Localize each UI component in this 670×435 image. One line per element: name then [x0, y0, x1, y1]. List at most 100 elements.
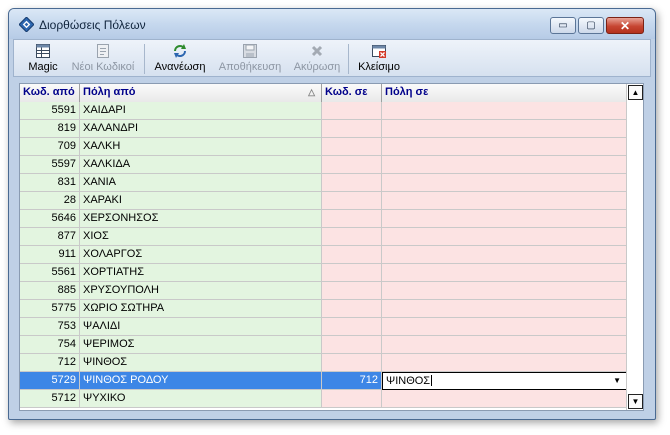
- cell-code-from[interactable]: 754: [20, 336, 80, 354]
- cell-code-from[interactable]: 5591: [20, 102, 80, 120]
- cell-code-to[interactable]: [322, 192, 382, 210]
- cell-code-to[interactable]: [322, 354, 382, 372]
- table-row[interactable]: 28 ΧΑΡΑΚΙ: [20, 192, 628, 210]
- cell-code-from[interactable]: 877: [20, 228, 80, 246]
- table-row[interactable]: 709 ΧΑΛΚΗ: [20, 138, 628, 156]
- cell-city-to[interactable]: [382, 264, 628, 282]
- cell-code-from[interactable]: 831: [20, 174, 80, 192]
- cell-code-from[interactable]: 5646: [20, 210, 80, 228]
- table-row[interactable]: 753 ΨΑΛΙΔΙ: [20, 318, 628, 336]
- cell-city-to[interactable]: [382, 138, 628, 156]
- cell-code-to[interactable]: [322, 174, 382, 192]
- table-row-selected[interactable]: 5729 ΨΙΝΘΟΣ ΡΟΔΟΥ 712 ΨΙΝΘΟΣ ▼: [20, 372, 628, 390]
- cell-city-to[interactable]: [382, 174, 628, 192]
- cell-city-to[interactable]: [382, 228, 628, 246]
- cell-city-from[interactable]: ΨΙΝΘΟΣ ΡΟΔΟΥ: [80, 372, 322, 390]
- cell-city-from[interactable]: ΧΕΡΣΟΝΗΣΟΣ: [80, 210, 322, 228]
- table-row[interactable]: 5775 ΧΩΡΙΟ ΣΩΤΗΡΑ: [20, 300, 628, 318]
- cell-code-from[interactable]: 819: [20, 120, 80, 138]
- title-bar[interactable]: Διορθώσεις Πόλεων ▭ ▢ ✕: [9, 9, 655, 39]
- cell-city-to[interactable]: [382, 120, 628, 138]
- scroll-up-button[interactable]: ▲: [628, 85, 643, 100]
- table-row[interactable]: 819 ΧΑΛΑΝΔΡΙ: [20, 120, 628, 138]
- cell-code-from[interactable]: 753: [20, 318, 80, 336]
- cell-city-from[interactable]: ΨΑΛΙΔΙ: [80, 318, 322, 336]
- close-window-button[interactable]: ✕: [606, 17, 644, 34]
- cell-city-from[interactable]: ΧΩΡΙΟ ΣΩΤΗΡΑ: [80, 300, 322, 318]
- cell-city-to[interactable]: [382, 156, 628, 174]
- close-button[interactable]: Κλείσιμο: [354, 40, 404, 76]
- column-header-city-from[interactable]: Πόλη από △: [80, 84, 322, 102]
- minimize-button[interactable]: ▭: [550, 17, 576, 34]
- cell-city-to[interactable]: [382, 300, 628, 318]
- cell-code-to[interactable]: [322, 156, 382, 174]
- city-grid[interactable]: Κωδ. από Πόλη από △ Κωδ. σε Πόλη σε 5591…: [19, 83, 644, 411]
- cell-code-from[interactable]: 5775: [20, 300, 80, 318]
- cell-code-to[interactable]: [322, 264, 382, 282]
- cell-city-from[interactable]: ΧΙΟΣ: [80, 228, 322, 246]
- cell-code-from[interactable]: 911: [20, 246, 80, 264]
- cell-city-to[interactable]: [382, 210, 628, 228]
- cell-code-from[interactable]: 28: [20, 192, 80, 210]
- vertical-scrollbar[interactable]: ▲ ▼: [626, 84, 643, 410]
- cell-city-from[interactable]: ΨΕΡΙΜΟΣ: [80, 336, 322, 354]
- cell-code-to[interactable]: [322, 102, 382, 120]
- cell-city-from[interactable]: ΧΟΛΑΡΓΟΣ: [80, 246, 322, 264]
- cell-city-from[interactable]: ΧΑΛΚΙΔΑ: [80, 156, 322, 174]
- cell-code-to[interactable]: [322, 246, 382, 264]
- cell-city-to[interactable]: [382, 336, 628, 354]
- cell-city-to[interactable]: [382, 354, 628, 372]
- cell-code-to[interactable]: [322, 138, 382, 156]
- cell-code-to[interactable]: [322, 228, 382, 246]
- cell-code-from[interactable]: 5712: [20, 390, 80, 408]
- cell-city-to[interactable]: [382, 246, 628, 264]
- cell-code-to[interactable]: [322, 318, 382, 336]
- cell-code-to[interactable]: [322, 282, 382, 300]
- cell-city-from[interactable]: ΧΡΥΣΟΥΠΟΛΗ: [80, 282, 322, 300]
- cell-code-from[interactable]: 5561: [20, 264, 80, 282]
- cell-city-from[interactable]: ΧΟΡΤΙΑΤΗΣ: [80, 264, 322, 282]
- table-row[interactable]: 712 ΨΙΝΘΟΣ: [20, 354, 628, 372]
- maximize-button[interactable]: ▢: [578, 17, 604, 34]
- cell-city-from[interactable]: ΧΑΛΚΗ: [80, 138, 322, 156]
- cell-code-from[interactable]: 709: [20, 138, 80, 156]
- table-row[interactable]: 754 ΨΕΡΙΜΟΣ: [20, 336, 628, 354]
- cell-code-to[interactable]: [322, 210, 382, 228]
- cell-city-to[interactable]: [382, 102, 628, 120]
- cell-code-from[interactable]: 5597: [20, 156, 80, 174]
- cell-city-from[interactable]: ΨΙΝΘΟΣ: [80, 354, 322, 372]
- cell-city-to[interactable]: [382, 390, 628, 408]
- table-row[interactable]: 911 ΧΟΛΑΡΓΟΣ: [20, 246, 628, 264]
- cell-city-to[interactable]: [382, 318, 628, 336]
- cell-city-from[interactable]: ΨΥΧΙΚΟ: [80, 390, 322, 408]
- table-row[interactable]: 5591 ΧΑΙΔΑΡΙ: [20, 102, 628, 120]
- table-row[interactable]: 831 ΧΑΝΙΑ: [20, 174, 628, 192]
- city-to-dropdown[interactable]: ΨΙΝΘΟΣ ▼: [382, 372, 628, 390]
- magic-button[interactable]: Magic: [22, 40, 64, 76]
- column-header-code-to[interactable]: Κωδ. σε: [322, 84, 382, 102]
- table-row[interactable]: 885 ΧΡΥΣΟΥΠΟΛΗ: [20, 282, 628, 300]
- save-button[interactable]: Αποθήκευση: [214, 40, 286, 76]
- cell-code-to[interactable]: [322, 300, 382, 318]
- cancel-button[interactable]: Ακύρωση: [290, 40, 344, 76]
- table-row[interactable]: 5712 ΨΥΧΙΚΟ: [20, 390, 628, 408]
- cell-city-from[interactable]: ΧΑΛΑΝΔΡΙ: [80, 120, 322, 138]
- cell-city-from[interactable]: ΧΑΡΑΚΙ: [80, 192, 322, 210]
- scroll-down-button[interactable]: ▼: [628, 394, 643, 409]
- dropdown-arrow-icon[interactable]: ▼: [613, 376, 621, 385]
- refresh-button[interactable]: Ανανέωση: [150, 40, 210, 76]
- cell-city-to[interactable]: [382, 192, 628, 210]
- cell-city-from[interactable]: ΧΑΙΔΑΡΙ: [80, 102, 322, 120]
- new-codes-button[interactable]: Νέοι Κωδικοί: [68, 40, 138, 76]
- cell-city-to[interactable]: [382, 282, 628, 300]
- table-row[interactable]: 5597 ΧΑΛΚΙΔΑ: [20, 156, 628, 174]
- cell-code-from[interactable]: 5729: [20, 372, 80, 390]
- cell-city-from[interactable]: ΧΑΝΙΑ: [80, 174, 322, 192]
- cell-code-to[interactable]: [322, 390, 382, 408]
- table-row[interactable]: 877 ΧΙΟΣ: [20, 228, 628, 246]
- cell-code-from[interactable]: 712: [20, 354, 80, 372]
- table-row[interactable]: 5646 ΧΕΡΣΟΝΗΣΟΣ: [20, 210, 628, 228]
- table-row[interactable]: 5561 ΧΟΡΤΙΑΤΗΣ: [20, 264, 628, 282]
- cell-code-to[interactable]: [322, 120, 382, 138]
- column-header-code-from[interactable]: Κωδ. από: [20, 84, 80, 102]
